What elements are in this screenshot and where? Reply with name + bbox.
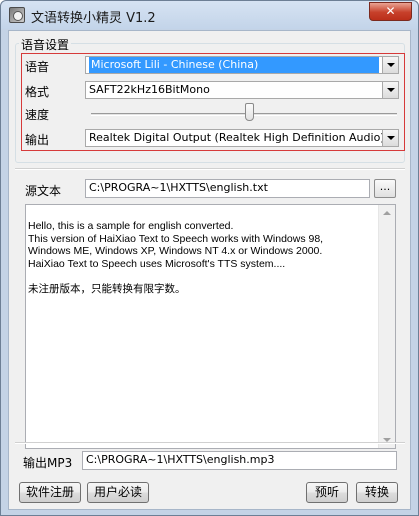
- voice-select[interactable]: Microsoft Lili - Chinese (China): [85, 56, 399, 74]
- preview-button[interactable]: 预听: [306, 482, 348, 503]
- window-title: 文语转换小精灵 V1.2: [31, 11, 156, 26]
- separator: [15, 168, 405, 170]
- format-select[interactable]: SAFT22kHz16BitMono: [85, 81, 399, 99]
- output-mp3-label: 输出MP3: [23, 456, 73, 470]
- text-content: Hello, this is a sample for english conv…: [28, 220, 374, 295]
- title-bar[interactable]: 文语转换小精灵 V1.2 ✕: [1, 1, 418, 29]
- close-button[interactable]: ✕: [369, 2, 412, 21]
- convert-button[interactable]: 转换: [356, 482, 398, 503]
- text-line: HaiXiao Text to Speech uses Microsoft's …: [28, 257, 286, 270]
- separator: [15, 442, 405, 444]
- scroll-up-arrow-icon[interactable]: [383, 211, 391, 215]
- source-text-label: 源文本: [25, 184, 62, 198]
- voice-settings-title: 语音设置: [19, 36, 72, 53]
- chevron-down-icon[interactable]: [382, 130, 398, 146]
- main-panel: 语音设置 语音 Microsoft Lili - Chinese (China)…: [8, 30, 411, 510]
- close-icon: ✕: [385, 4, 396, 18]
- speed-label: 速度: [25, 108, 50, 122]
- output-label: 输出: [25, 133, 50, 147]
- app-icon: [9, 7, 25, 23]
- source-path-input[interactable]: C:\PROGRA~1\HXTTS\english.txt: [85, 179, 370, 198]
- chevron-down-icon[interactable]: [382, 82, 398, 98]
- text-line: [28, 270, 374, 283]
- browse-button[interactable]: ...: [374, 179, 396, 198]
- text-line: This version of HaiXiao Text to Speech w…: [28, 232, 324, 245]
- output-device-value: Realtek Digital Output (Realtek High Def…: [89, 131, 385, 144]
- format-value: SAFT22kHz16BitMono: [89, 83, 210, 96]
- text-content-area[interactable]: Hello, this is a sample for english conv…: [25, 204, 396, 449]
- vertical-scrollbar[interactable]: [378, 205, 395, 448]
- voice-value: Microsoft Lili - Chinese (China): [89, 57, 379, 73]
- text-line: Hello, this is a sample for english conv…: [28, 220, 234, 232]
- speed-slider-thumb[interactable]: [245, 103, 255, 121]
- chevron-down-icon[interactable]: [382, 57, 398, 73]
- speed-slider-track[interactable]: [91, 113, 397, 116]
- register-button[interactable]: 软件注册: [19, 482, 81, 503]
- text-line: 未注册版本，只能转换有限字数。: [28, 282, 186, 295]
- output-mp3-input[interactable]: C:\PROGRA~1\HXTTS\english.mp3: [82, 451, 397, 470]
- user-guide-button[interactable]: 用户必读: [87, 482, 149, 503]
- format-label: 格式: [25, 85, 50, 99]
- app-window: 文语转换小精灵 V1.2 ✕ 语音设置 语音 Microsoft Lili - …: [0, 0, 419, 516]
- voice-label: 语音: [25, 60, 50, 74]
- text-line: Windows ME, Windows XP, Windows NT 4.x o…: [28, 245, 323, 257]
- output-device-select[interactable]: Realtek Digital Output (Realtek High Def…: [85, 129, 399, 147]
